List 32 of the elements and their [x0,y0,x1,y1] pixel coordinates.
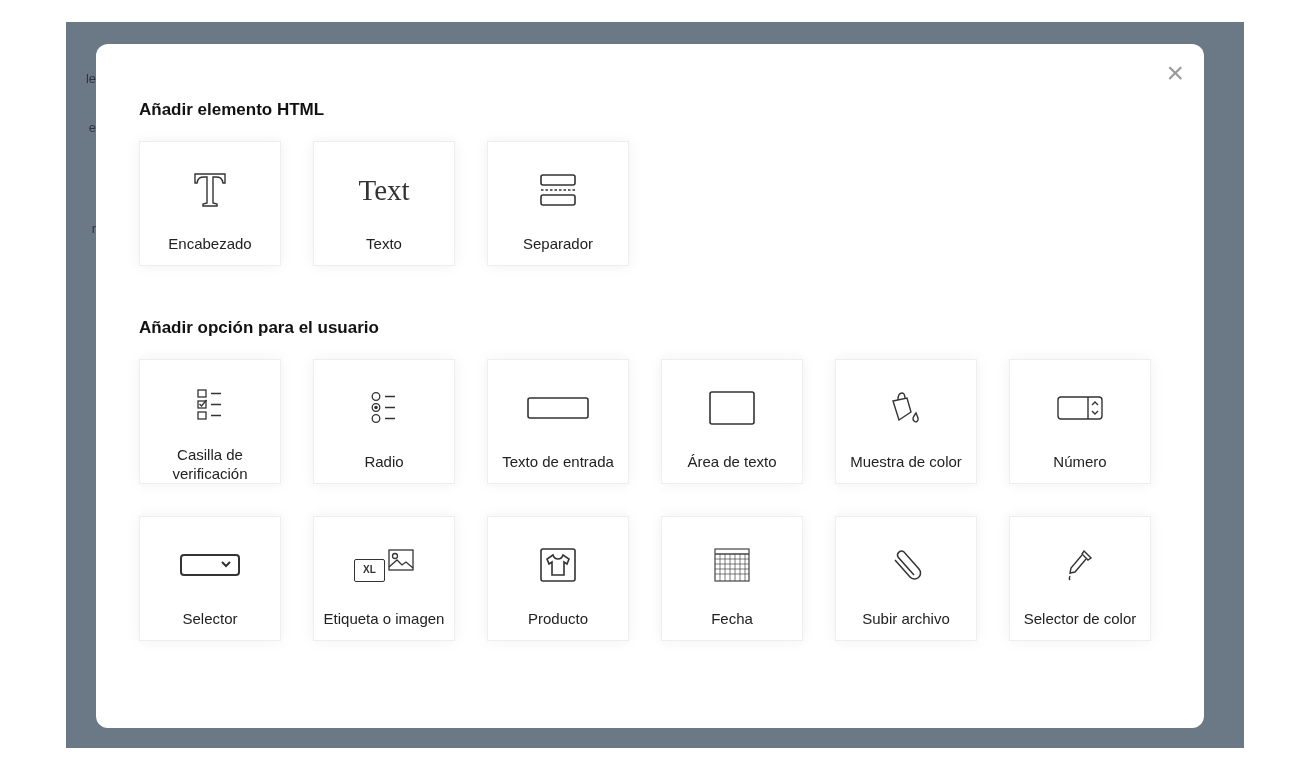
shirt-icon [540,548,576,582]
element-card[interactable]: Selector de color [1009,516,1151,641]
element-card[interactable]: Separador [487,141,629,266]
element-card[interactable]: Casilla de verificación [139,359,281,484]
element-card[interactable]: Radio [313,359,455,484]
element-card[interactable]: Texto de entrada [487,359,629,484]
radio-list-icon [371,392,397,424]
element-card[interactable]: Selector [139,516,281,641]
element-card[interactable]: Área de texto [661,359,803,484]
checklist-icon [197,388,223,421]
number-field-icon [1057,396,1103,420]
background-text: e [88,121,96,134]
element-card[interactable]: Fecha [661,516,803,641]
divider-icon [540,174,576,206]
element-card[interactable]: XL Etiqueta o imagen [313,516,455,641]
element-card[interactable]: Text Texto [313,141,455,266]
eyedropper-icon [1066,548,1094,582]
background-text: le [85,72,96,85]
background-text: r [91,222,96,235]
text-icon: Text [358,175,410,205]
dropdown-icon [180,554,240,576]
element-card[interactable]: Muestra de color [835,359,977,484]
element-card[interactable]: Número [1009,359,1151,484]
section-title: Añadir opción para el usuario [139,318,380,338]
input-box-icon [527,397,589,419]
serif-letter-icon [193,172,227,208]
element-card[interactable]: Encabezado [139,141,281,266]
text-area-icon [709,391,755,425]
calendar-icon [714,548,750,582]
element-card[interactable]: Producto [487,516,629,641]
element-card[interactable]: Subir archivo [835,516,977,641]
section-title: Añadir elemento HTML [139,100,326,120]
